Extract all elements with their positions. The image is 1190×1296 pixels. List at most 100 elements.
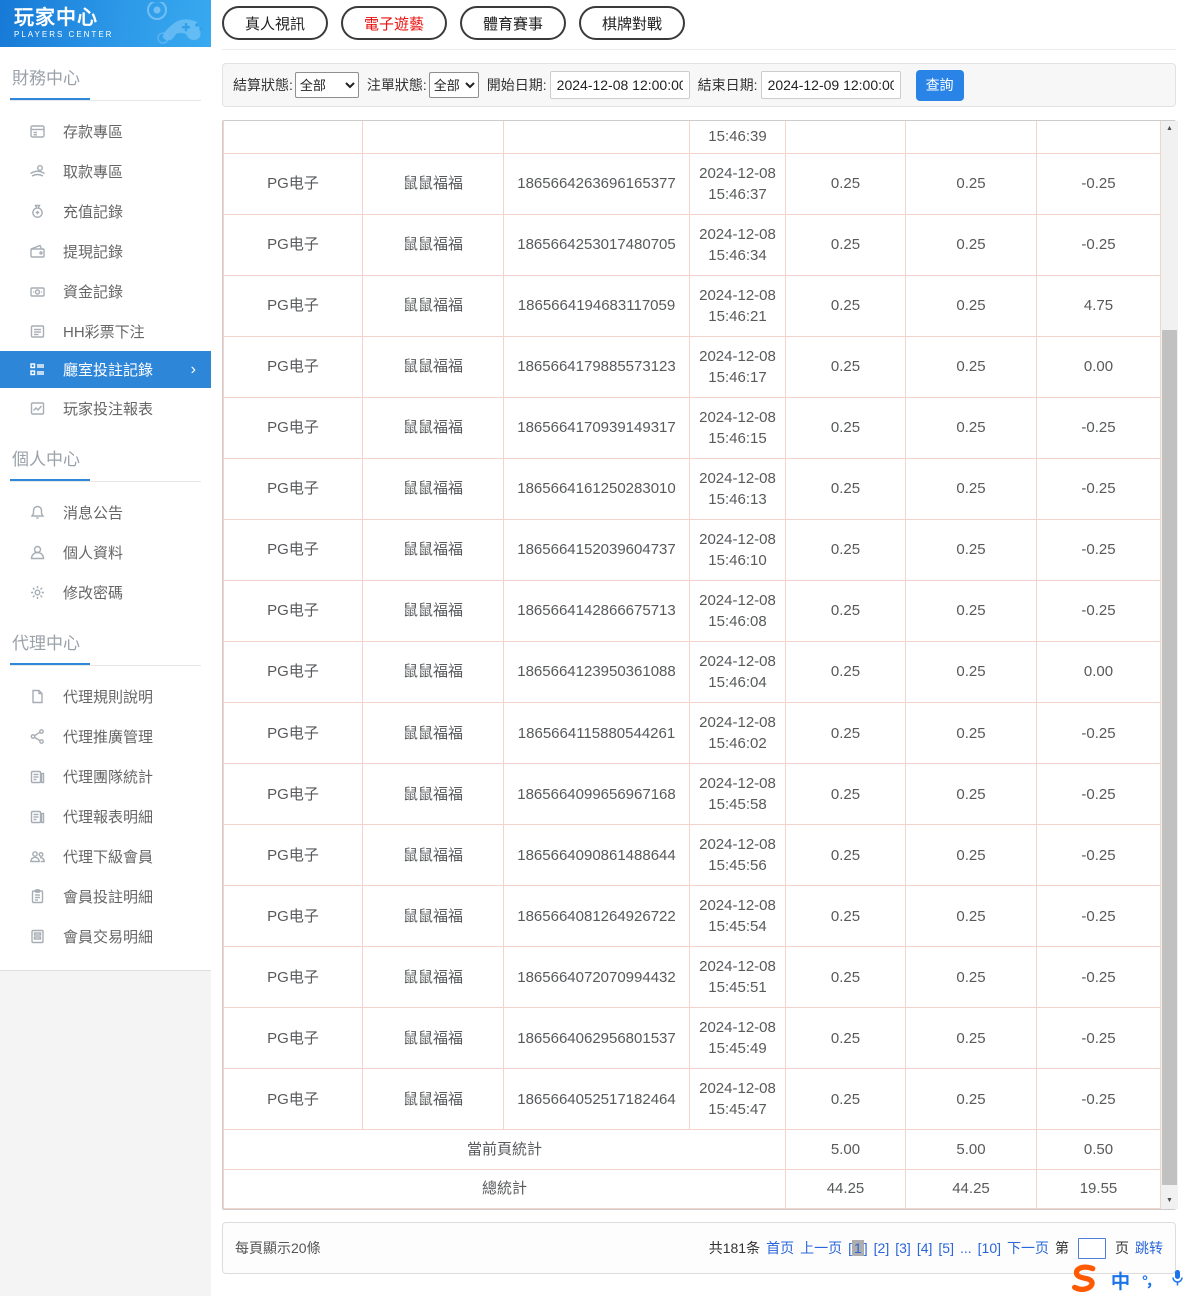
- time-cell: 2024-12-08 15:46:15: [689, 396, 786, 459]
- sidebar-item[interactable]: 修改密碼: [0, 572, 211, 612]
- game-cell: 鼠鼠福福: [362, 396, 504, 459]
- profit-cell: 4.75: [1036, 274, 1161, 337]
- order-status-select[interactable]: 全部: [428, 72, 479, 98]
- profit-cell: -0.25: [1036, 457, 1161, 520]
- sidebar-item-label: 資金記錄: [63, 283, 124, 301]
- valid-bet-cell: 0.25: [905, 885, 1037, 948]
- category-tabbar: 真人視訊 電子遊藝 體育賽事 棋牌對戰: [222, 0, 1176, 50]
- sidebar-item[interactable]: 會員投註明細: [0, 876, 211, 916]
- profit-cell: -0.25: [1036, 885, 1161, 948]
- sidebar-item[interactable]: 代理報表明細: [0, 796, 211, 836]
- table-scrollbar[interactable]: ▲ ▼: [1161, 121, 1178, 1209]
- provider-cell: PG电子: [223, 701, 363, 765]
- table-row: PG电子 鼠鼠福福 1865664081264926722 2024-12-08 15…: [223, 885, 1161, 948]
- sidebar-item[interactable]: 廳室投註記錄 ›: [0, 351, 211, 388]
- table-row: PG电子 鼠鼠福福 1865664170939149317 2024-12-08 15…: [223, 396, 1161, 459]
- bell-icon: [29, 504, 46, 521]
- sidebar-item[interactable]: 代理團隊統計: [0, 756, 211, 796]
- prev-page-link[interactable]: 上一页: [800, 1238, 842, 1258]
- bet-cell: 0.25: [785, 518, 906, 581]
- sidebar-item[interactable]: 個人資料: [0, 532, 211, 572]
- game-cell: 鼠鼠福福: [362, 1007, 504, 1070]
- sidebar-item[interactable]: 代理下級會員: [0, 836, 211, 876]
- scroll-down-arrow-icon[interactable]: ▼: [1161, 1193, 1178, 1209]
- valid-bet-cell: 0.25: [905, 213, 1037, 276]
- sogou-logo-icon[interactable]: [1069, 1263, 1099, 1296]
- provider-cell: PG电子: [223, 396, 363, 459]
- section-divider: [10, 663, 201, 666]
- jump-button[interactable]: 跳转: [1135, 1238, 1163, 1258]
- first-page-link[interactable]: 首页: [766, 1238, 794, 1258]
- order-id-cell: 1865664253017480705: [503, 213, 690, 276]
- per-page-label: 每頁顯示20條: [235, 1240, 321, 1256]
- sidebar-item-label: 代理報表明細: [63, 808, 154, 826]
- sidebar-item[interactable]: 代理規則說明: [0, 676, 211, 716]
- valid-bet-cell: 0.25: [905, 701, 1037, 765]
- app-logo: 玩家中心 PLAYERS CENTER: [0, 0, 211, 47]
- settle-status-select[interactable]: 全部: [294, 72, 359, 98]
- table-row: PG电子 鼠鼠福福 1865664072070994432 2024-12-08 15…: [223, 946, 1161, 1009]
- sidebar-item[interactable]: HH彩票下注: [0, 311, 211, 351]
- table-row: PG电子 鼠鼠福福 1865664090861488644 2024-12-08 15…: [223, 824, 1161, 887]
- tab-active[interactable]: 電子遊藝: [341, 6, 448, 40]
- summary-label-cell: 總統計: [223, 1168, 786, 1210]
- ime-toolbar: 中 °，: [1069, 1264, 1184, 1296]
- valid-bet-cell: 0.25: [905, 763, 1037, 826]
- section-divider: [10, 98, 201, 101]
- page-link[interactable]: [10]: [978, 1240, 1001, 1256]
- table-row: PG电子 鼠鼠福福 1865664161250283010 2024-12-08 15…: [223, 457, 1161, 520]
- microphone-icon[interactable]: [1171, 1269, 1184, 1292]
- tab-item[interactable]: 真人視訊: [222, 6, 329, 40]
- next-page-link[interactable]: 下一页: [1007, 1238, 1049, 1258]
- hand-coin-icon: [29, 163, 46, 180]
- sidebar-item[interactable]: 充值記錄: [0, 191, 211, 231]
- page-link-current[interactable]: [1]: [848, 1240, 868, 1256]
- time-cell: 2024-12-08 15:45:49: [689, 1007, 786, 1070]
- sidebar: 玩家中心 PLAYERS CENTER 財務中心 存款專區 取款專區 充值記錄 提現記錄…: [0, 0, 211, 1296]
- sidebar-item[interactable]: 玩家投注報表: [0, 388, 211, 428]
- sidebar-item[interactable]: 消息公告: [0, 492, 211, 532]
- page-link[interactable]: [4]: [917, 1240, 933, 1256]
- time-cell: 2024-12-08 15:45:47: [689, 1068, 786, 1131]
- sidebar-item[interactable]: 資金記錄: [0, 271, 211, 311]
- jump-prefix-label: 第: [1055, 1240, 1069, 1256]
- sidebar-item[interactable]: 會員交易明細: [0, 916, 211, 956]
- provider-cell: PG电子: [223, 1068, 363, 1131]
- list-icon: [29, 323, 46, 340]
- sidebar-item[interactable]: 取款專區: [0, 151, 211, 191]
- page-link[interactable]: [3]: [895, 1240, 911, 1256]
- search-button[interactable]: 查詢: [915, 69, 964, 101]
- clipboard-icon: [29, 888, 46, 905]
- tab-item[interactable]: 體育賽事: [460, 6, 567, 40]
- sidebar-item[interactable]: 代理推廣管理: [0, 716, 211, 756]
- scrollbar-thumb[interactable]: [1162, 330, 1177, 1185]
- sidebar-item[interactable]: 存款專區: [0, 111, 211, 151]
- table-row: PG电子 鼠鼠福福 1865664062956801537 2024-12-08 15…: [223, 1007, 1161, 1070]
- start-date-input[interactable]: [549, 71, 690, 99]
- order-id-cell: 1865664194683117059: [503, 274, 690, 337]
- provider-cell: PG电子: [223, 885, 363, 948]
- tab-item[interactable]: 棋牌對戰: [579, 6, 686, 40]
- end-date-input[interactable]: [760, 71, 901, 99]
- ime-punctuation-indicator[interactable]: °，: [1142, 1270, 1161, 1291]
- sidebar-item[interactable]: 提現記錄: [0, 231, 211, 271]
- chart-doc-icon: [29, 768, 46, 785]
- order-status-label: 注單狀態:: [366, 77, 427, 93]
- person-icon: [29, 544, 46, 561]
- wallet-icon: [29, 243, 46, 260]
- chevron-right-icon: ›: [190, 360, 196, 378]
- users-icon: [29, 848, 46, 865]
- order-id-cell: [503, 121, 690, 154]
- jump-page-input[interactable]: [1078, 1237, 1106, 1259]
- time-cell: 2024-12-08 15:45:58: [689, 763, 786, 826]
- page-link[interactable]: [5]: [938, 1240, 954, 1256]
- ime-language-indicator[interactable]: 中: [1111, 1267, 1130, 1294]
- order-id-cell: 1865664062956801537: [503, 1007, 690, 1070]
- page-link[interactable]: [2]: [874, 1240, 890, 1256]
- scroll-up-arrow-icon[interactable]: ▲: [1161, 121, 1178, 137]
- table-row: PG电子 鼠鼠福福 1865664194683117059 2024-12-08 15…: [223, 274, 1161, 337]
- chart-doc-icon: [29, 808, 46, 825]
- order-id-cell: 1865664170939149317: [503, 396, 690, 459]
- bet-cell: 0.25: [785, 1068, 906, 1131]
- order-id-cell: 1865664152039604737: [503, 518, 690, 581]
